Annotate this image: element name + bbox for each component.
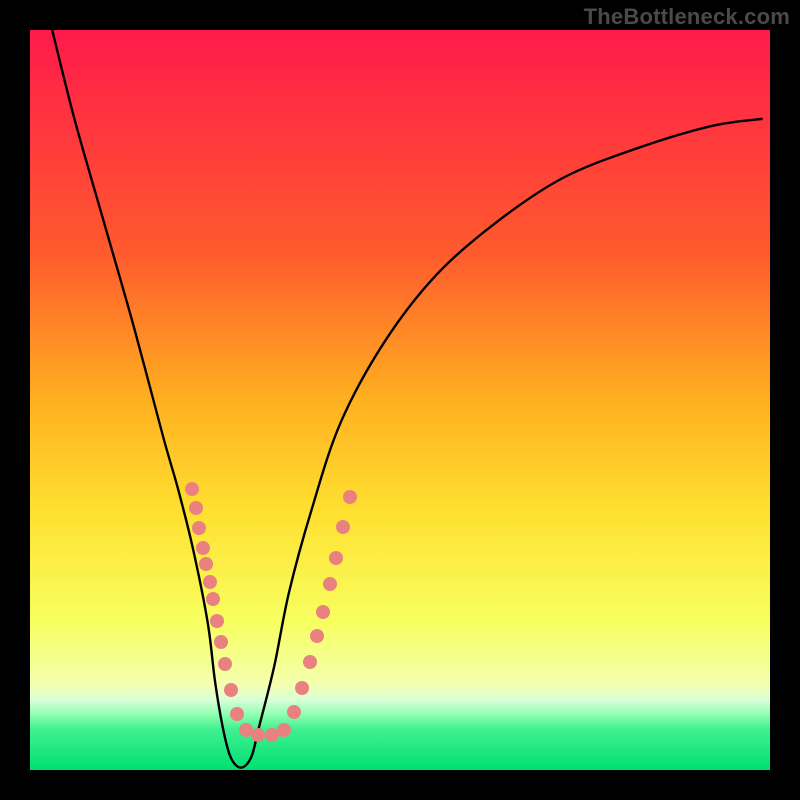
chart-svg <box>0 0 800 800</box>
marker-dot <box>206 592 220 606</box>
marker-dot <box>210 614 224 628</box>
marker-dot <box>224 683 238 697</box>
marker-dot <box>316 605 330 619</box>
marker-dot <box>277 723 291 737</box>
marker-dot <box>185 482 199 496</box>
marker-dot <box>214 635 228 649</box>
marker-dot <box>287 705 301 719</box>
marker-dot <box>189 501 203 515</box>
marker-dot <box>303 655 317 669</box>
marker-dot <box>203 575 217 589</box>
marker-dot <box>196 541 210 555</box>
marker-dot <box>239 723 253 737</box>
marker-dot <box>343 490 357 504</box>
marker-dot <box>310 629 324 643</box>
marker-dot <box>230 707 244 721</box>
marker-dot <box>218 657 232 671</box>
marker-dot <box>336 520 350 534</box>
marker-dot <box>251 728 265 742</box>
marker-dot <box>329 551 343 565</box>
marker-dot <box>192 521 206 535</box>
marker-dot <box>323 577 337 591</box>
marker-dot <box>199 557 213 571</box>
watermark-text: TheBottleneck.com <box>584 4 790 30</box>
chart-frame: TheBottleneck.com <box>0 0 800 800</box>
marker-dot <box>265 728 279 742</box>
marker-dot <box>295 681 309 695</box>
